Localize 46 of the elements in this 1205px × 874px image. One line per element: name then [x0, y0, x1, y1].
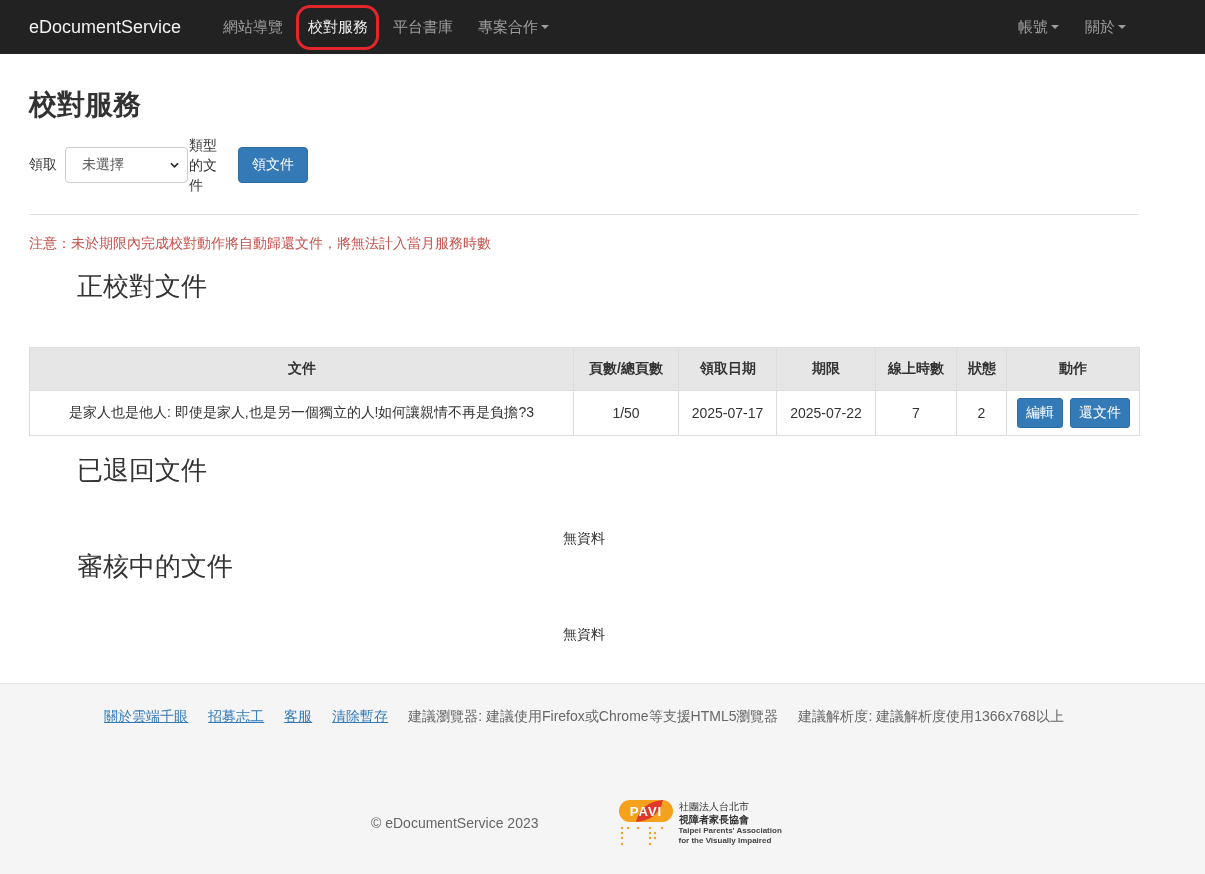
form-label-suffix: 類型的文件: [189, 136, 218, 195]
footer-link[interactable]: 清除暫存: [332, 706, 389, 726]
empty-message: 無資料: [562, 529, 606, 548]
footer-link[interactable]: 客服: [284, 706, 313, 726]
section-heading: 已退回文件: [77, 455, 208, 486]
footer-link[interactable]: 招募志工: [208, 706, 265, 726]
table-cell: 2025-07-22: [776, 390, 876, 436]
column-header: 期限: [776, 347, 876, 391]
logo-name: 視障者家長協會: [678, 812, 749, 826]
table-cell: 2: [956, 390, 1007, 436]
table-cell: 7: [875, 390, 957, 436]
nav-dropdown-link[interactable]: 帳號: [1005, 0, 1072, 54]
empty-message: 無資料: [562, 625, 606, 644]
logo-english-text: for the Visually Impaired: [678, 835, 772, 846]
nav-dropdown-link[interactable]: 關於: [1072, 0, 1139, 54]
footer-link[interactable]: 關於雲端千眼: [104, 706, 189, 726]
column-header: 狀態: [956, 347, 1007, 391]
table-cell: 2025-07-17: [678, 390, 777, 436]
column-header: 文件: [29, 347, 574, 391]
footer-note: 建議瀏覽器: 建議使用Firefox或Chrome等支援HTML5瀏覽器: [408, 707, 779, 726]
brand-link[interactable]: eDocumentService: [29, 0, 182, 54]
edit-button[interactable]: 編輯: [1016, 398, 1063, 428]
table-cell: 是家人也是他人: 即使是家人,也是另一個獨立的人!如何讓親情不再是負擔?3: [29, 390, 574, 436]
nav-link[interactable]: 平台書庫: [380, 0, 466, 54]
column-header: 線上時數: [875, 347, 957, 391]
page-title: 校對服務: [29, 88, 142, 122]
section-heading: 審核中的文件: [77, 551, 234, 582]
type-select[interactable]: 未選擇: [65, 147, 188, 183]
nav-link[interactable]: 校對服務: [295, 0, 381, 54]
logo-english-text: Taipei Parents' Association: [678, 825, 782, 836]
form-label: 領取: [29, 156, 57, 174]
table-cell: 1/50: [573, 390, 679, 436]
footer-note: 建議解析度: 建議解析度使用1366x768以上: [798, 707, 1064, 726]
copyright-text: © eDocumentService 2023: [371, 814, 539, 833]
column-header: 頁數/總頁數: [573, 347, 679, 391]
nav-link[interactable]: 網站導覽: [210, 0, 296, 54]
logo-subtitle: 社團法人台北市: [678, 800, 749, 813]
return-button[interactable]: 還文件: [1069, 398, 1130, 428]
logo-emblem: PAVI: [618, 800, 675, 846]
notice-text: 注意：未於期限內完成校對動作將自動歸還文件，將無法計入當月服務時數: [29, 234, 492, 253]
column-header: 領取日期: [678, 347, 777, 391]
section-heading: 正校對文件: [77, 271, 208, 302]
column-header: 動作: [1006, 347, 1140, 391]
chevron-down-icon: [170, 162, 179, 168]
claim-button[interactable]: 領文件: [238, 147, 308, 183]
nav-link[interactable]: 專案合作: [465, 0, 562, 54]
